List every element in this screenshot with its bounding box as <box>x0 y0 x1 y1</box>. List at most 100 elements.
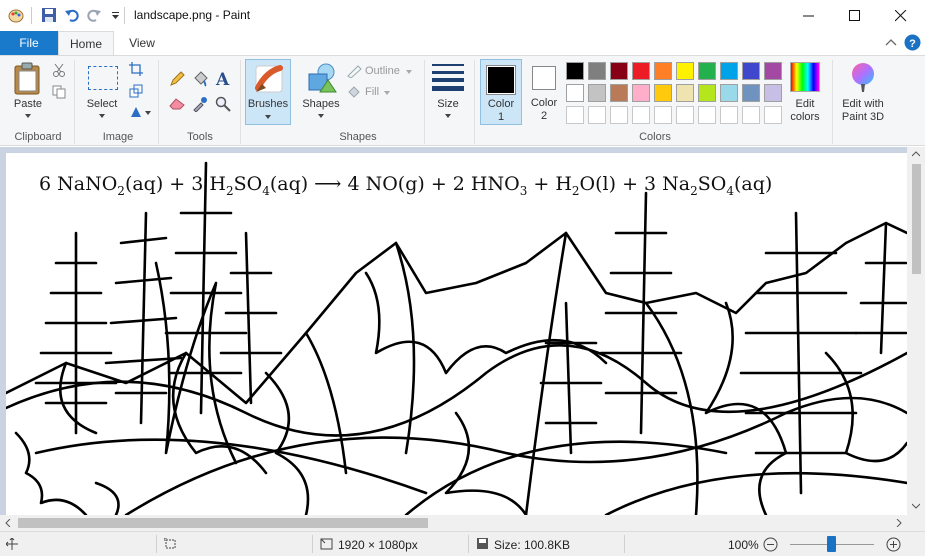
magnifier-icon[interactable] <box>215 96 231 112</box>
maximize-button[interactable] <box>832 0 878 31</box>
color-swatch[interactable] <box>588 84 606 102</box>
outline-button[interactable]: Outline <box>365 65 400 77</box>
paint3d-label: Paint 3D <box>841 111 885 123</box>
color-swatch[interactable] <box>720 84 738 102</box>
edit-with-paint3d-button[interactable]: Edit with <box>836 98 890 111</box>
file-size: Size: 100.8KB <box>494 538 571 552</box>
custom-color-slot[interactable] <box>742 106 760 124</box>
color-swatch[interactable] <box>610 62 628 80</box>
shapes-icon[interactable] <box>306 62 338 94</box>
color-swatch[interactable] <box>566 62 584 80</box>
vertical-scroll-thumb[interactable] <box>912 164 921 274</box>
color-swatch[interactable] <box>654 84 672 102</box>
color2-button[interactable]: Color 2 <box>524 59 564 125</box>
outline-icon[interactable] <box>346 64 362 78</box>
horizontal-scrollbar[interactable] <box>0 515 925 531</box>
horizontal-scroll-thumb[interactable] <box>18 518 428 528</box>
size-button[interactable]: Size <box>430 98 466 111</box>
color-swatch[interactable] <box>742 84 760 102</box>
color-swatch[interactable] <box>676 62 694 80</box>
rainbow-icon[interactable] <box>790 62 820 92</box>
fill-icon[interactable] <box>346 85 362 99</box>
minimize-button[interactable] <box>786 0 832 31</box>
chevron-down-icon[interactable] <box>384 91 390 95</box>
color-swatch[interactable] <box>566 84 584 102</box>
eraser-icon[interactable] <box>169 96 185 110</box>
custom-color-slot[interactable] <box>588 106 606 124</box>
paste-icon[interactable] <box>13 62 43 96</box>
color-swatch[interactable] <box>742 62 760 80</box>
tab-home[interactable]: Home <box>58 31 114 56</box>
color-swatch[interactable] <box>764 84 782 102</box>
chevron-down-icon <box>265 115 271 119</box>
vertical-scrollbar[interactable] <box>907 147 925 515</box>
fill-bucket-icon[interactable] <box>192 71 208 87</box>
custom-color-slot[interactable] <box>566 106 584 124</box>
drawing-canvas[interactable]: 6 NaNO2(aq) + 3 H2SO4(aq) ⟶ 4 NO(g) + 2 … <box>6 153 907 515</box>
tab-file[interactable]: File <box>0 31 58 55</box>
color-swatch[interactable] <box>654 62 672 80</box>
ribbon-home: Paste Clipboard Select Image A Tools Bru… <box>0 55 925 146</box>
scroll-down-icon[interactable] <box>912 503 920 509</box>
color-swatch[interactable] <box>676 84 694 102</box>
window-title: landscape.png - Paint <box>134 8 251 22</box>
help-icon[interactable]: ? <box>904 34 921 51</box>
color-swatch[interactable] <box>764 62 782 80</box>
chevron-down-icon[interactable] <box>406 70 412 74</box>
close-button[interactable] <box>878 0 924 31</box>
cut-icon[interactable] <box>52 63 66 77</box>
chevron-down-icon[interactable] <box>445 114 451 118</box>
undo-icon[interactable] <box>64 7 80 23</box>
shapes-button[interactable]: Shapes <box>298 98 344 111</box>
redo-icon[interactable] <box>86 7 102 23</box>
scroll-up-icon[interactable] <box>912 151 920 157</box>
dropdown-icon[interactable] <box>108 7 124 23</box>
tab-view[interactable]: View <box>118 31 166 56</box>
custom-color-slot[interactable] <box>654 106 672 124</box>
select-button[interactable]: Select <box>82 98 122 111</box>
zoom-slider-thumb[interactable] <box>827 536 836 552</box>
brush-icon <box>255 65 283 93</box>
fill-button[interactable]: Fill <box>365 86 379 98</box>
color-picker-icon[interactable] <box>192 96 208 112</box>
custom-color-slot[interactable] <box>720 106 738 124</box>
text-icon[interactable]: A <box>215 69 231 87</box>
color-swatch[interactable] <box>698 62 716 80</box>
select-icon[interactable] <box>88 66 118 90</box>
zoom-out-icon[interactable] <box>763 537 778 552</box>
brushes-button[interactable]: Brushes <box>245 59 291 125</box>
chevron-down-icon[interactable] <box>25 114 31 118</box>
rotate-icon[interactable] <box>129 105 151 119</box>
color1-button[interactable]: Color 1 <box>480 59 522 125</box>
custom-color-slot[interactable] <box>698 106 716 124</box>
canvas-workspace: 6 NaNO2(aq) + 3 H2SO4(aq) ⟶ 4 NO(g) + 2 … <box>0 147 925 515</box>
crop-icon[interactable] <box>129 62 143 76</box>
edit-colors-label: colors <box>790 111 820 123</box>
color-swatch[interactable] <box>610 84 628 102</box>
paint3d-icon[interactable] <box>848 62 878 94</box>
custom-color-slot[interactable] <box>676 106 694 124</box>
chevron-down-icon[interactable] <box>99 114 105 118</box>
pencil-icon[interactable] <box>169 71 185 87</box>
custom-color-slot[interactable] <box>632 106 650 124</box>
save-icon[interactable] <box>41 7 57 23</box>
resize-icon[interactable] <box>129 84 143 98</box>
zoom-in-icon[interactable] <box>886 537 901 552</box>
custom-color-slot[interactable] <box>610 106 628 124</box>
chevron-up-icon[interactable] <box>885 38 897 48</box>
color-swatch[interactable] <box>698 84 716 102</box>
size-icon[interactable] <box>432 64 464 92</box>
color-swatch[interactable] <box>632 62 650 80</box>
color-swatch[interactable] <box>720 62 738 80</box>
scroll-left-icon[interactable] <box>5 519 11 527</box>
chevron-down-icon[interactable] <box>318 114 324 118</box>
paste-button[interactable]: Paste <box>10 98 46 111</box>
cursor-position-icon <box>6 538 18 550</box>
color-swatch[interactable] <box>588 62 606 80</box>
edit-colors-button[interactable]: Edit <box>784 98 826 111</box>
copy-icon[interactable] <box>52 85 66 99</box>
custom-color-slot[interactable] <box>764 106 782 124</box>
tools-group-label: Tools <box>187 131 213 143</box>
scroll-right-icon[interactable] <box>896 519 902 527</box>
color-swatch[interactable] <box>632 84 650 102</box>
